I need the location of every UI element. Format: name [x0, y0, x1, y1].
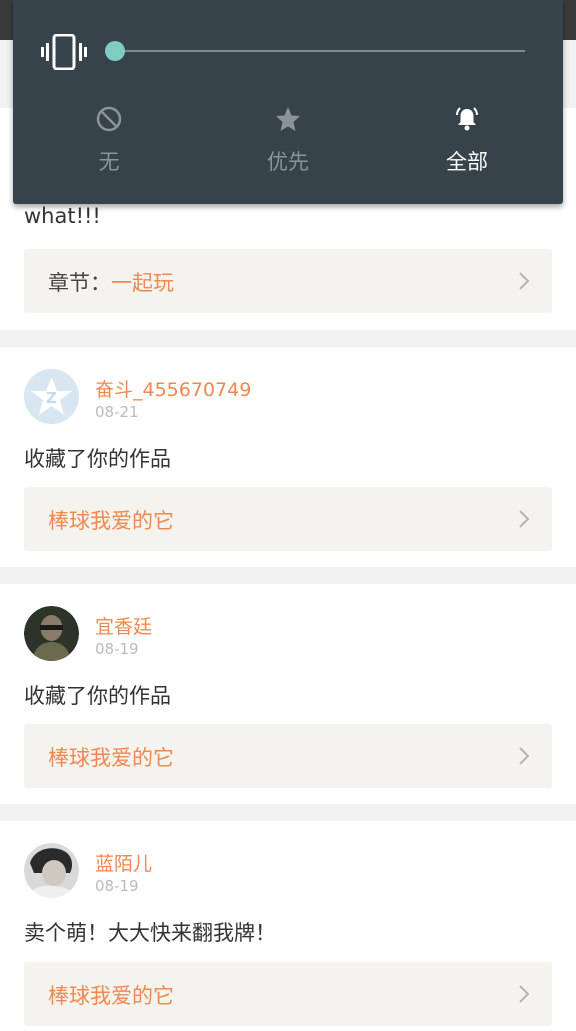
work-link[interactable]: 棒球我爱的它	[24, 962, 552, 1026]
volume-slider-thumb[interactable]	[105, 41, 125, 61]
card-message: what!!!	[24, 204, 101, 228]
feed-card: Z 奋斗_455670749 08-21 收藏了你的作品 棒球我爱的它	[0, 347, 576, 567]
chevron-right-icon	[519, 510, 530, 528]
user-photo	[24, 606, 79, 661]
sound-mode-panel: 无 优先 全部	[13, 0, 563, 204]
avatar[interactable]: Z	[24, 369, 79, 424]
mode-all-button[interactable]: 全部	[407, 104, 527, 184]
post-date: 08-21	[95, 403, 139, 421]
volume-slider-track[interactable]	[115, 50, 525, 52]
chevron-right-icon	[519, 985, 530, 1003]
work-title: 棒球我爱的它	[48, 746, 174, 770]
chevron-right-icon	[519, 272, 530, 290]
chapter-title: 一起玩	[111, 271, 174, 295]
star-icon	[276, 107, 300, 131]
work-link[interactable]: 棒球我爱的它	[24, 487, 552, 551]
chevron-right-icon	[519, 747, 530, 765]
user-name[interactable]: 宜香廷	[95, 612, 152, 639]
feed-card: 蓝陌儿 08-19 卖个萌！大大快来翻我牌！ 棒球我爱的它	[0, 821, 576, 1031]
card-message: 卖个萌！大大快来翻我牌！	[24, 921, 276, 945]
mode-priority-label: 优先	[267, 150, 309, 174]
mode-all-label: 全部	[446, 150, 488, 174]
mode-none-button[interactable]: 无	[49, 104, 169, 184]
mode-priority-button[interactable]: 优先	[228, 104, 348, 184]
post-date: 08-19	[95, 877, 139, 895]
avatar[interactable]	[24, 606, 79, 661]
do-not-disturb-icon	[96, 106, 122, 132]
work-link[interactable]: 棒球我爱的它	[24, 724, 552, 788]
user-name[interactable]: 奋斗_455670749	[95, 375, 251, 402]
chapter-link-label: 章节：一起玩	[48, 267, 174, 297]
work-title: 棒球我爱的它	[48, 509, 174, 533]
svg-text:Z: Z	[46, 389, 57, 407]
vibrate-icon[interactable]	[41, 34, 87, 70]
feed-card: 宜香廷 08-19 收藏了你的作品 棒球我爱的它	[0, 584, 576, 804]
card-message: 收藏了你的作品	[24, 447, 171, 471]
mode-none-label: 无	[98, 150, 120, 174]
avatar[interactable]	[24, 843, 79, 898]
post-date: 08-19	[95, 640, 139, 658]
card-message: 收藏了你的作品	[24, 684, 171, 708]
user-photo	[24, 843, 79, 898]
user-name[interactable]: 蓝陌儿	[95, 849, 152, 876]
work-title: 棒球我爱的它	[48, 984, 174, 1008]
bell-icon	[456, 107, 478, 131]
default-avatar-icon: Z	[24, 369, 79, 424]
chapter-prefix: 章节：	[48, 271, 111, 295]
chapter-link[interactable]: 章节：一起玩	[24, 249, 552, 313]
